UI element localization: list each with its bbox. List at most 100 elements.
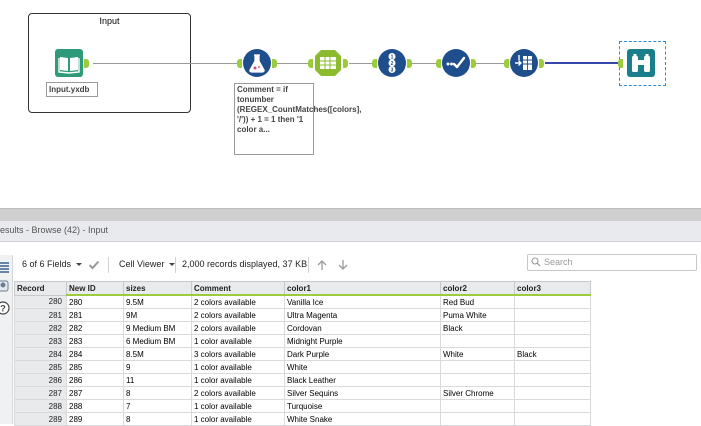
transpose-tool[interactable]	[510, 49, 538, 77]
table-cell[interactable]: 1 color available	[191, 360, 285, 374]
table-cell[interactable]: 9.5M	[123, 294, 192, 309]
table-cell[interactable]	[440, 360, 515, 374]
table-cell[interactable]: Red Bud	[440, 294, 515, 309]
table-cell[interactable]: 282	[66, 321, 124, 335]
pane-splitter[interactable]	[0, 208, 701, 222]
table-cell[interactable]	[514, 294, 591, 309]
browse-tool[interactable]	[627, 49, 655, 77]
table-row[interactable]: 280 280 9.5M 2 colors available Vanilla …	[14, 294, 591, 309]
output-anchor[interactable]	[407, 59, 412, 68]
table-cell[interactable]: 11	[123, 373, 192, 387]
table-row[interactable]: 283 283 6 Medium BM 1 color available Mi…	[14, 334, 591, 348]
table-cell[interactable]: 2 colors available	[191, 386, 285, 400]
table-cell[interactable]: 2 colors available	[191, 321, 285, 335]
table-view-icon[interactable]	[0, 261, 10, 275]
column-header[interactable]: color2	[440, 281, 515, 296]
table-cell[interactable]: Black	[440, 321, 515, 335]
search-box[interactable]	[527, 254, 697, 271]
select-tool[interactable]	[442, 49, 470, 77]
table-cell[interactable]: 8	[123, 386, 192, 400]
profile-view-icon[interactable]	[0, 279, 10, 293]
results-grid[interactable]: Record New ID sizes Comment color1 color…	[14, 281, 591, 426]
cell-viewer-dropdown[interactable]: Cell Viewer	[119, 259, 176, 269]
checkmark-icon[interactable]	[88, 258, 100, 270]
table-cell[interactable]: 2 colors available	[191, 294, 285, 309]
table-cell[interactable]: 284	[66, 347, 124, 361]
arrow-down-icon[interactable]	[337, 258, 349, 270]
column-header[interactable]: New ID	[66, 281, 124, 296]
table-row[interactable]: 287 287 8 2 colors available Silver Sequ…	[14, 386, 591, 400]
table-cell[interactable]: White	[284, 360, 441, 374]
column-header[interactable]: color1	[284, 281, 441, 296]
table-cell[interactable]: Midnight Purple	[284, 334, 441, 348]
column-header[interactable]: color3	[514, 281, 591, 296]
table-cell[interactable]: 9M	[123, 308, 192, 322]
table-cell[interactable]: White	[440, 347, 515, 361]
connector-input-formula[interactable]	[93, 63, 237, 64]
text-to-columns-tool[interactable]	[314, 49, 342, 77]
table-cell[interactable]: Black Leather	[284, 373, 441, 387]
output-anchor[interactable]	[471, 59, 476, 68]
input-data-tool[interactable]	[55, 49, 83, 77]
fields-dropdown[interactable]: 6 of 6 Fields	[22, 259, 83, 269]
input-anchor[interactable]	[436, 59, 441, 68]
table-cell[interactable]: 283	[66, 334, 124, 348]
help-icon[interactable]: ?	[0, 301, 10, 315]
table-cell[interactable]: 1 color available	[191, 373, 285, 387]
table-cell[interactable]: 2 colors available	[191, 308, 285, 322]
table-cell[interactable]: 286	[66, 373, 124, 387]
output-anchor[interactable]	[84, 59, 89, 68]
table-row[interactable]: 281 281 9M 2 colors available Ultra Mage…	[14, 308, 591, 322]
column-header[interactable]: Record	[14, 281, 67, 296]
table-cell[interactable]: Silver Chrome	[440, 386, 515, 400]
table-cell[interactable]: Cordovan	[284, 321, 441, 335]
connector-transpose-browse[interactable]	[545, 62, 618, 64]
output-anchor[interactable]	[343, 59, 348, 68]
table-cell[interactable]: 288	[66, 399, 124, 413]
table-cell[interactable]: Vanilla Ice	[284, 294, 441, 309]
output-anchor[interactable]	[539, 59, 544, 68]
formula-tool[interactable]	[243, 49, 271, 77]
column-header[interactable]: sizes	[123, 281, 192, 296]
table-cell[interactable]	[514, 321, 591, 335]
table-cell[interactable]	[514, 308, 591, 322]
input-anchor[interactable]	[308, 59, 313, 68]
connector-formula-texttocolumns[interactable]	[276, 63, 308, 64]
table-cell[interactable]	[440, 334, 515, 348]
input-anchor[interactable]	[237, 59, 242, 68]
table-cell[interactable]: 7	[123, 399, 192, 413]
table-cell[interactable]: 287	[66, 386, 124, 400]
connector-recordid-select[interactable]	[412, 63, 436, 64]
table-cell[interactable]: Dark Purple	[284, 347, 441, 361]
input-anchor[interactable]	[372, 59, 377, 68]
input-anchor[interactable]	[618, 59, 623, 68]
table-cell[interactable]: 281	[66, 308, 124, 322]
table-cell[interactable]: Turquoise	[284, 399, 441, 413]
table-cell[interactable]: Ultra Magenta	[284, 308, 441, 322]
table-cell[interactable]	[514, 386, 591, 400]
table-cell[interactable]	[514, 399, 591, 413]
table-cell[interactable]	[440, 373, 515, 387]
column-header[interactable]: Comment	[191, 281, 285, 296]
table-row[interactable]: 286 286 11 1 color available Black Leath…	[14, 373, 591, 387]
table-cell[interactable]: Puma White	[440, 308, 515, 322]
table-cell[interactable]: 280	[66, 294, 124, 309]
table-cell[interactable]: 285	[66, 360, 124, 374]
table-cell[interactable]: 1 color available	[191, 334, 285, 348]
table-cell[interactable]: 6 Medium BM	[123, 334, 192, 348]
table-cell[interactable]: 3 colors available	[191, 347, 285, 361]
table-row[interactable]: 284 284 8.5M 3 colors available Dark Pur…	[14, 347, 591, 361]
table-cell[interactable]: 9	[123, 360, 192, 374]
table-row[interactable]: 288 288 7 1 color available Turquoise	[14, 399, 591, 413]
arrow-up-icon[interactable]	[316, 258, 328, 270]
input-anchor[interactable]	[504, 59, 509, 68]
table-cell[interactable]: Silver Sequins	[284, 386, 441, 400]
table-cell[interactable]: 8.5M	[123, 347, 192, 361]
table-cell[interactable]	[514, 334, 591, 348]
table-row[interactable]: 282 282 9 Medium BM 2 colors available C…	[14, 321, 591, 335]
table-cell[interactable]	[440, 399, 515, 413]
table-cell[interactable]: 1 color available	[191, 399, 285, 413]
output-anchor[interactable]	[272, 59, 277, 68]
table-cell[interactable]: 9 Medium BM	[123, 321, 192, 335]
workflow-canvas[interactable]: Input Input.yxdb Comment = if tonumber (…	[0, 0, 701, 208]
